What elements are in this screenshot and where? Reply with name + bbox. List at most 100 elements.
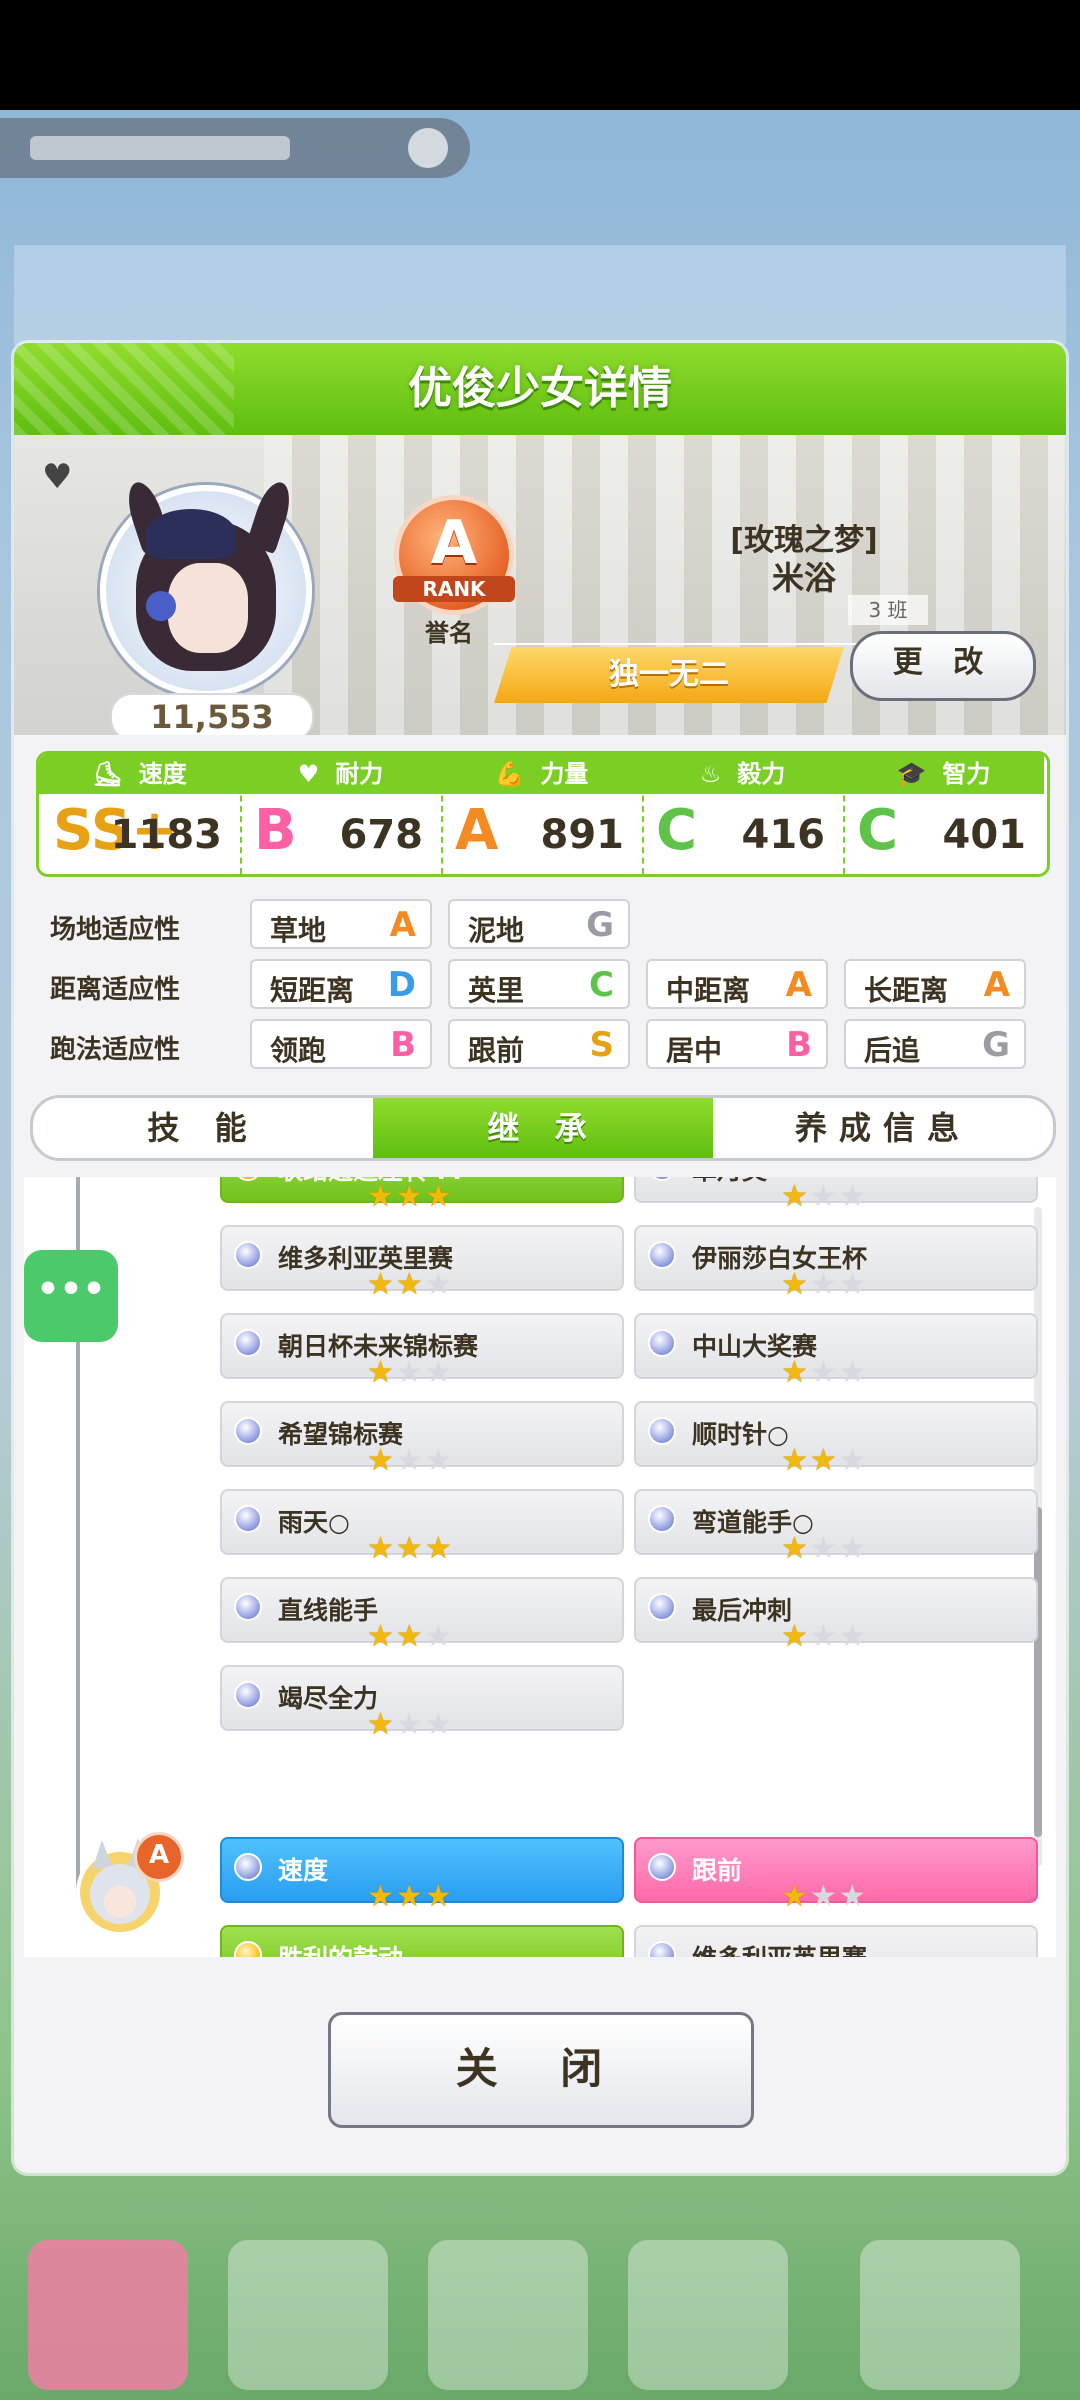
aptitude-name: 领跑 [270, 1034, 327, 1067]
nav-item-story[interactable] [428, 2240, 588, 2390]
star-empty-icon: ★ [809, 1179, 839, 1214]
skill-card[interactable]: 胜利的鼓动 [220, 1925, 624, 1957]
modal-header: 优俊少女详情 [14, 343, 1066, 435]
skill-card[interactable]: 皐月奖★★★ [634, 1177, 1038, 1214]
skill-orb-icon [234, 1941, 262, 1957]
aptitude-name: 后追 [864, 1034, 921, 1067]
status-bar [0, 0, 1080, 110]
skill-orb-icon [234, 1417, 262, 1445]
star-rating: ★★★ [781, 1531, 868, 1566]
character-avatar[interactable] [100, 478, 312, 697]
skill-card[interactable]: 竭尽全力 ★★★ [220, 1665, 624, 1742]
aptitude-name: 居中 [666, 1034, 723, 1067]
skill-card[interactable]: 直线能手 ★★★ [220, 1577, 624, 1654]
star-filled-icon: ★ [395, 1879, 425, 1914]
stat-header: ⛸ 速度 [39, 754, 240, 794]
tab-0[interactable]: 技 能 [33, 1098, 373, 1158]
star-filled-icon: ★ [395, 1179, 425, 1214]
aptitude-grade: A [785, 965, 812, 1005]
skill-name: 胜利的鼓动 [278, 1939, 403, 1957]
star-empty-icon: ★ [424, 1355, 454, 1390]
skill-card[interactable]: 维多利亚英里赛 [634, 1925, 1038, 1957]
modal-title: 优俊少女详情 [408, 363, 672, 414]
side-menu-button[interactable]: ••• [24, 1250, 118, 1342]
aptitude-grade: B [786, 1025, 812, 1065]
star-filled-icon: ★ [781, 1619, 810, 1654]
avatar-face [168, 563, 248, 653]
star-rating: ★★★ [367, 1619, 454, 1654]
bottom-navigation [0, 2220, 1080, 2400]
change-title-button[interactable]: 更 改 [850, 631, 1036, 701]
aptitude-grade: G [586, 905, 614, 945]
star-filled-icon: ★ [781, 1355, 810, 1390]
star-filled-icon: ★ [395, 1531, 425, 1566]
aptitude-label: 跑法适应性 [50, 1035, 181, 1065]
skill-card[interactable]: 联络通道左转 M★★★ [220, 1177, 624, 1214]
star-empty-icon: ★ [395, 1355, 425, 1390]
nav-item-home[interactable] [28, 2240, 188, 2390]
nav-item-enhance[interactable] [228, 2240, 388, 2390]
aptitude-grade: C [589, 965, 614, 1005]
tab-2[interactable]: 养成信息 [713, 1098, 1053, 1158]
star-empty-icon: ★ [809, 1619, 839, 1654]
star-rating: ★★★ [367, 1179, 454, 1214]
skill-name: 跟前 [692, 1856, 743, 1885]
aptitude-style-0: 领跑 B [250, 1019, 432, 1069]
skill-orb-icon [648, 1329, 676, 1357]
skill-name: 竭尽全力 [278, 1684, 379, 1713]
skill-card[interactable]: 最后冲刺 ★★★ [634, 1577, 1038, 1654]
stat-label: 毅力 [737, 760, 786, 788]
parent-avatar[interactable]: A [72, 1830, 184, 1940]
star-filled-icon: ★ [367, 1355, 396, 1390]
scrollbar-thumb[interactable] [1034, 1507, 1042, 1837]
stat-4: 🎓 智力 C 401 [843, 754, 1044, 874]
skill-card[interactable]: 雨天○ ★★★ [220, 1489, 624, 1566]
star-empty-icon: ★ [424, 1443, 454, 1478]
skill-card[interactable]: 顺时针○ ★★★ [634, 1401, 1038, 1478]
aptitude-row-track: 场地适应性 草地 A 泥地 G [50, 899, 1050, 949]
profile-panel: ♥ 11,553 A RANK 誉名 [玫瑰之梦] 米浴 3 班 独一无二 更 … [14, 435, 1066, 735]
skill-card[interactable]: 伊丽莎白女王杯 ★★★ [634, 1225, 1038, 1302]
nav-item-gacha[interactable] [860, 2240, 1020, 2390]
star-filled-icon: ★ [395, 1267, 425, 1302]
star-filled-icon: ★ [781, 1267, 810, 1302]
star-empty-icon: ★ [838, 1443, 868, 1478]
stat-label: 耐力 [335, 760, 384, 788]
skill-card[interactable]: 弯道能手○ ★★★ [634, 1489, 1038, 1566]
heart-icon: ♥ [297, 760, 320, 788]
favorite-icon[interactable]: ♥ [42, 457, 76, 497]
star-rating: ★★★ [367, 1355, 454, 1390]
aptitude-distance-3: 长距离 A [844, 959, 1026, 1009]
aptitude-name: 中距离 [666, 974, 751, 1007]
nav-item-race[interactable] [628, 2240, 788, 2390]
aptitude-style-2: 居中 B [646, 1019, 828, 1069]
grad-cap-icon: 🎓 [896, 760, 927, 788]
skill-card[interactable]: 中山大奖赛 ★★★ [634, 1313, 1038, 1390]
aptitude-distance-1: 英里 C [448, 959, 630, 1009]
star-rating: ★★★ [781, 1619, 868, 1654]
star-rating: ★★★ [781, 1443, 868, 1478]
stat-value: 891 [540, 812, 625, 858]
skill-card[interactable]: 希望锦标赛 ★★★ [220, 1401, 624, 1478]
stat-2: 💪 力量 A 891 [441, 754, 644, 874]
skill-name: 顺时针○ [692, 1420, 789, 1449]
character-name: 米浴 [771, 559, 836, 597]
star-empty-icon: ★ [838, 1879, 868, 1914]
star-filled-icon: ★ [781, 1531, 810, 1566]
star-filled-icon: ★ [781, 1443, 810, 1478]
skill-card[interactable]: 速度 ★★★ [220, 1837, 624, 1914]
star-empty-icon: ★ [809, 1355, 839, 1390]
skill-card[interactable]: 维多利亚英里赛 ★★★ [220, 1225, 624, 1302]
star-empty-icon: ★ [838, 1619, 868, 1654]
skill-name: 雨天○ [278, 1508, 350, 1537]
skill-card[interactable]: 朝日杯未来锦标赛 ★★★ [220, 1313, 624, 1390]
aptitude-name: 英里 [468, 974, 525, 1007]
star-empty-icon: ★ [809, 1267, 839, 1302]
skill-card[interactable]: 跟前 ★★★ [634, 1837, 1038, 1914]
star-filled-icon: ★ [809, 1443, 839, 1478]
star-empty-icon: ★ [838, 1355, 868, 1390]
close-button[interactable]: 关 闭 [328, 2012, 754, 2128]
rank-caption: 誉名 [425, 619, 473, 647]
tab-1[interactable]: 继 承 [373, 1098, 713, 1158]
aptitude-row-distance: 距离适应性 短距离 D 英里 C 中距离 A 长距离 A [50, 959, 1050, 1009]
